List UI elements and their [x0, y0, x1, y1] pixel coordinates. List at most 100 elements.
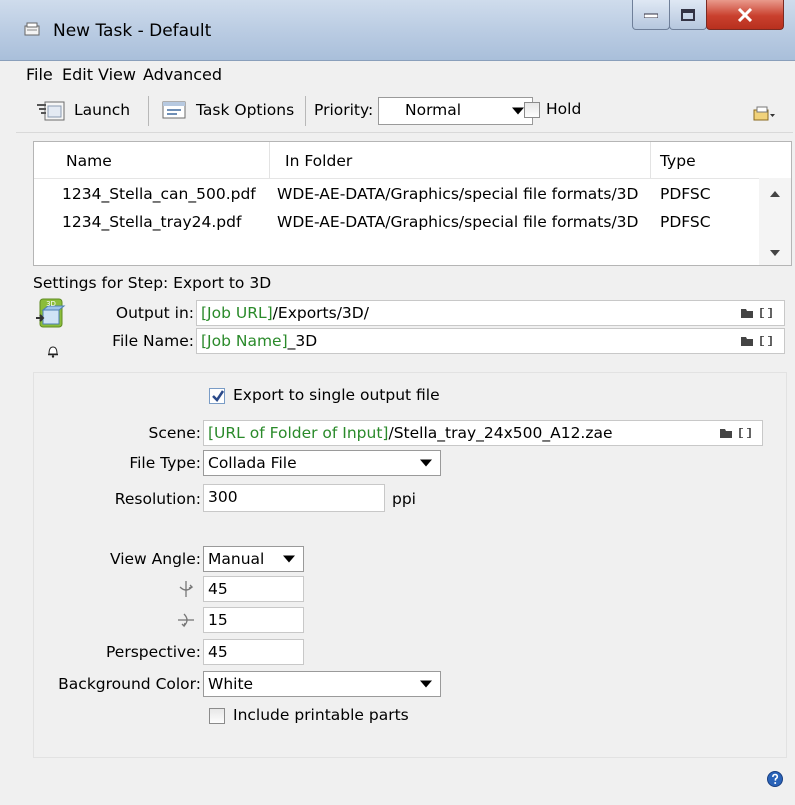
include-printable-checkbox[interactable] — [209, 708, 225, 724]
export-3d-step-icon: 3D — [36, 298, 66, 328]
chevron-down-icon — [420, 459, 432, 467]
file-name-token: [Job Name] — [201, 332, 288, 350]
scroll-up-icon[interactable] — [770, 191, 780, 197]
task-window-icon — [24, 22, 40, 36]
background-color-select[interactable]: White — [203, 671, 441, 697]
resolution-unit: ppi — [392, 490, 416, 508]
view-angle-value: Manual — [208, 550, 265, 568]
minimize-button[interactable] — [632, 0, 670, 30]
row-folder: WDE-AE-DATA/Graphics/special file format… — [277, 213, 639, 231]
folder-icon[interactable] — [720, 428, 732, 438]
priority-label: Priority: — [314, 101, 374, 119]
file-list-scrollbar[interactable] — [759, 178, 791, 265]
scene-field[interactable]: [URL of Folder of Input]/Stella_tray_24x… — [203, 420, 763, 446]
priority-select[interactable]: Normal — [378, 97, 533, 125]
column-divider — [269, 142, 270, 178]
resolution-value: 300 — [208, 488, 238, 506]
close-icon — [737, 7, 753, 22]
table-row[interactable]: 1234_Stella_tray24.pdf WDE-AE-DATA/Graph… — [34, 213, 759, 237]
vertical-angle-field[interactable]: 45 — [203, 576, 304, 602]
menu-view[interactable]: View — [98, 65, 136, 84]
menu-file[interactable]: File — [26, 65, 53, 84]
toolbar: Launch Task Options Priority: Normal Hol… — [16, 90, 793, 133]
toolbar-overflow-icon — [753, 106, 775, 121]
help-icon[interactable] — [767, 771, 783, 787]
horizontal-angle-value: 15 — [208, 611, 228, 629]
row-name: 1234_Stella_can_500.pdf — [62, 185, 256, 203]
file-list-header: Name In Folder Type — [34, 142, 759, 179]
horizontal-angle-field[interactable]: 15 — [203, 607, 304, 633]
column-header-type[interactable]: Type — [660, 152, 696, 170]
menu-edit[interactable]: Edit — [62, 65, 93, 84]
scene-path: /Stella_tray_24x500_A12.zae — [388, 424, 613, 442]
resolution-label: Resolution: — [114, 490, 201, 508]
step-icon-label: 3D — [46, 300, 56, 308]
title-bar[interactable]: New Task - Default — [0, 0, 795, 61]
row-folder: WDE-AE-DATA/Graphics/special file format… — [277, 185, 639, 203]
toolbar-overflow-button[interactable] — [752, 100, 776, 128]
output-in-label: Output in: — [115, 304, 194, 322]
variable-brackets-icon[interactable] — [739, 428, 751, 438]
checkmark-icon — [212, 390, 225, 402]
launch-label: Launch — [74, 101, 131, 119]
launch-icon — [37, 101, 65, 121]
output-in-path: /Exports/3D/ — [272, 304, 369, 322]
file-list[interactable]: Name In Folder Type 1234_Stella_can_500.… — [33, 141, 792, 266]
scene-label: Scene: — [148, 424, 201, 442]
view-angle-label: View Angle: — [109, 550, 201, 568]
file-name-field[interactable]: [Job Name]_3D — [196, 328, 785, 354]
window-title: New Task - Default — [53, 21, 212, 41]
row-name: 1234_Stella_tray24.pdf — [62, 213, 242, 231]
column-header-name[interactable]: Name — [66, 152, 112, 170]
file-type-label: File Type: — [129, 454, 201, 472]
menu-advanced[interactable]: Advanced — [143, 65, 222, 84]
variable-brackets-icon[interactable] — [760, 336, 772, 346]
toolbar-separator — [305, 96, 306, 126]
scroll-down-icon[interactable] — [770, 250, 780, 256]
task-options-icon — [162, 101, 186, 119]
column-header-folder[interactable]: In Folder — [285, 152, 352, 170]
priority-value: Normal — [405, 101, 462, 119]
row-type: PDFSC — [660, 213, 711, 231]
export-single-label: Export to single output file — [233, 386, 440, 404]
maximize-button[interactable] — [669, 0, 707, 30]
task-options-button[interactable]: Task Options — [162, 96, 294, 124]
chevron-down-icon — [512, 107, 524, 115]
hold-checkbox[interactable] — [524, 102, 540, 118]
launch-button[interactable]: Launch — [36, 96, 130, 124]
menu-bar: File Edit View Advanced — [16, 62, 793, 86]
minimize-icon — [644, 13, 658, 18]
table-row[interactable]: 1234_Stella_can_500.pdf WDE-AE-DATA/Grap… — [34, 185, 759, 209]
folder-icon[interactable] — [741, 308, 753, 318]
chevron-down-icon — [420, 680, 432, 688]
perspective-label: Perspective: — [106, 643, 201, 661]
chevron-down-icon — [283, 555, 295, 563]
task-window: New Task - Default File Edit View Advanc… — [0, 0, 795, 805]
file-name-suffix: _3D — [287, 332, 318, 350]
output-in-token: [Job URL] — [201, 304, 273, 322]
hold-label: Hold — [546, 100, 582, 118]
column-divider — [650, 142, 651, 178]
file-type-select[interactable]: Collada File — [203, 450, 441, 476]
output-in-field[interactable]: [Job URL]/Exports/3D/ — [196, 300, 785, 326]
vertical-rotation-icon — [179, 581, 194, 597]
scene-token: [URL of Folder of Input] — [208, 424, 389, 442]
task-options-label: Task Options — [196, 101, 295, 119]
row-type: PDFSC — [660, 185, 711, 203]
perspective-field[interactable]: 45 — [203, 639, 304, 665]
export-single-checkbox[interactable] — [209, 388, 225, 404]
vertical-angle-value: 45 — [208, 580, 228, 598]
file-type-value: Collada File — [208, 454, 297, 472]
view-angle-select[interactable]: Manual — [203, 546, 304, 572]
settings-step-heading: Settings for Step: Export to 3D — [33, 274, 272, 292]
file-name-label: File Name: — [112, 332, 194, 350]
close-button[interactable] — [706, 0, 784, 30]
include-printable-label: Include printable parts — [233, 706, 409, 724]
perspective-value: 45 — [208, 643, 228, 661]
bell-icon[interactable] — [46, 344, 60, 358]
folder-icon[interactable] — [741, 336, 753, 346]
background-color-value: White — [208, 675, 254, 693]
resolution-field[interactable]: 300 — [203, 484, 385, 512]
variable-brackets-icon[interactable] — [760, 308, 772, 318]
toolbar-separator — [148, 96, 149, 126]
